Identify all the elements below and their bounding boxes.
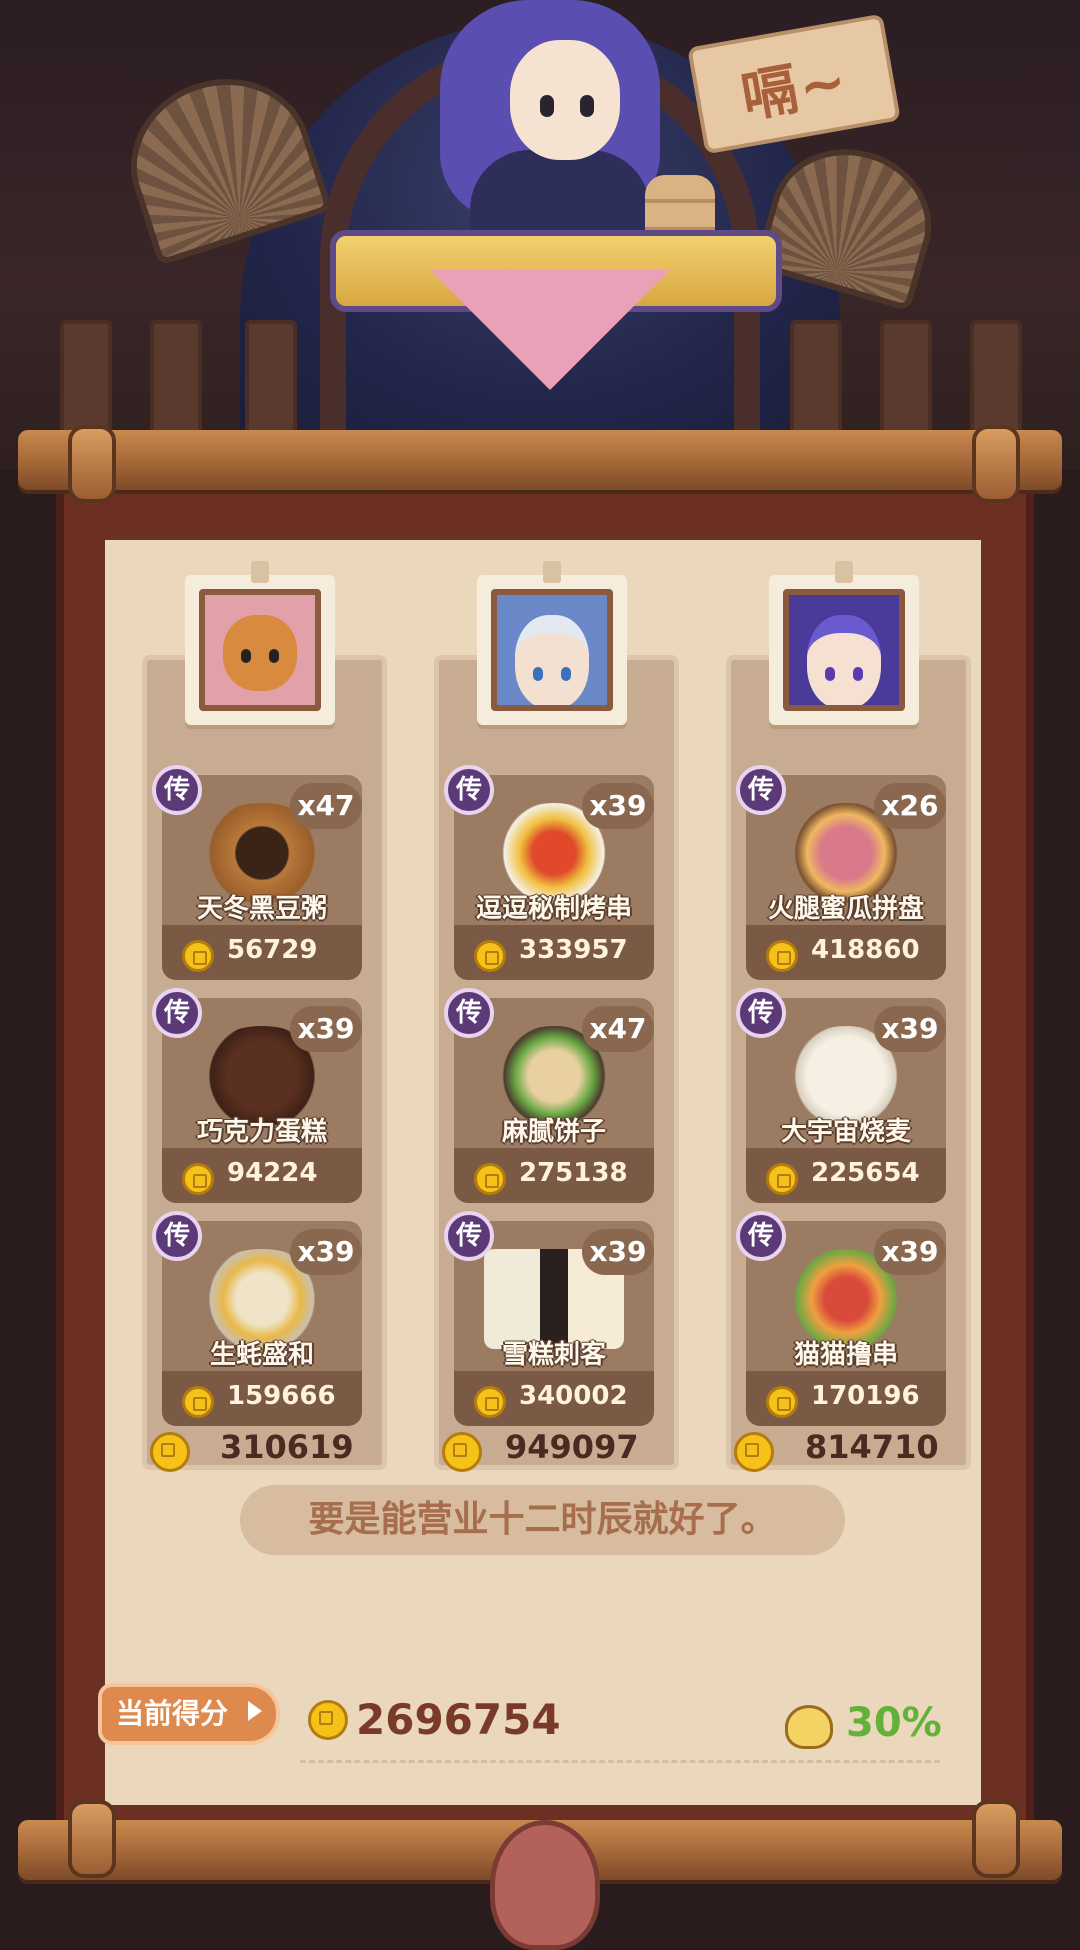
column-total: 814710 — [805, 1428, 939, 1466]
dish-quantity: x39 — [582, 1229, 654, 1275]
shopkeeper-quote: 要是能营业十二时辰就好了。 — [240, 1485, 845, 1555]
shopkeeper-face — [510, 40, 620, 160]
dish-card[interactable]: 传 x47 天冬黑豆粥 56729 — [152, 765, 362, 980]
dish-card[interactable]: 传 x39 生蚝盛和 159666 — [152, 1211, 362, 1426]
coin-icon — [150, 1432, 190, 1472]
legend-badge: 传 — [444, 988, 494, 1038]
dish-quantity: x26 — [874, 783, 946, 829]
dish-quantity: x47 — [582, 1006, 654, 1052]
speech-sign: 嗝~ — [687, 13, 901, 155]
tassel-knot-icon — [490, 1820, 600, 1950]
customer-portrait-1[interactable] — [185, 561, 335, 725]
dish-name: 大宇宙烧麦 — [780, 1117, 911, 1147]
column-total: 310619 — [220, 1428, 354, 1466]
dish-quantity: x39 — [582, 783, 654, 829]
coin-icon — [182, 940, 214, 972]
dish-quantity: x39 — [874, 1006, 946, 1052]
fence-post — [970, 320, 1022, 440]
dish-name: 火腿蜜瓜拼盘 — [767, 894, 924, 924]
current-score-label: 当前得分 — [116, 1697, 229, 1730]
arrow-right-icon — [248, 1701, 262, 1721]
customer-portrait-3[interactable] — [769, 561, 919, 725]
legend-badge: 传 — [444, 1211, 494, 1261]
legend-badge: 传 — [152, 1211, 202, 1261]
dish-price: 333957 — [519, 935, 628, 965]
dish-price: 418860 — [811, 935, 920, 965]
coin-icon — [308, 1700, 348, 1740]
legend-badge: 传 — [736, 988, 786, 1038]
coin-icon — [182, 1163, 214, 1195]
rod-cap — [68, 1800, 116, 1878]
coin-icon — [766, 940, 798, 972]
scroll-rod-top — [18, 430, 1062, 490]
dish-price: 340002 — [519, 1381, 628, 1411]
pin-icon — [835, 561, 853, 583]
coin-icon — [182, 1386, 214, 1418]
current-score-value: 2696754 — [356, 1695, 561, 1744]
dish-quantity: x39 — [874, 1229, 946, 1275]
fence-post — [880, 320, 932, 440]
dish-name: 麻腻饼子 — [501, 1117, 606, 1147]
dish-price: 159666 — [227, 1381, 336, 1411]
rod-cap — [972, 1800, 1020, 1878]
coin-icon — [766, 1163, 798, 1195]
fence-post — [790, 320, 842, 440]
purple-hair-face-icon — [807, 615, 881, 705]
coin-icon — [442, 1432, 482, 1472]
pin-icon — [543, 561, 561, 583]
dish-card[interactable]: 传 x39 雪糕刺客 340002 — [444, 1211, 654, 1426]
dish-card[interactable]: 传 x47 麻腻饼子 275138 — [444, 988, 654, 1203]
fence-post — [150, 320, 202, 440]
bear-face-icon — [223, 615, 297, 691]
legend-badge: 传 — [444, 765, 494, 815]
coin-icon — [734, 1432, 774, 1472]
fence-post — [60, 320, 112, 440]
legend-badge: 传 — [736, 1211, 786, 1261]
dish-card[interactable]: 传 x39 猫猫撸串 170196 — [736, 1211, 946, 1426]
dish-card[interactable]: 传 x39 巧克力蛋糕 94224 — [152, 988, 362, 1203]
current-score-tag: 当前得分 — [98, 1683, 280, 1745]
coin-icon — [474, 1386, 506, 1418]
silver-hair-face-icon — [515, 615, 589, 705]
dish-quantity: x39 — [290, 1229, 362, 1275]
speech-sign-text: 嗝~ — [736, 47, 854, 131]
legend-badge: 传 — [152, 765, 202, 815]
bonus-percent: 30% — [846, 1700, 942, 1746]
dish-card[interactable]: 传 x26 火腿蜜瓜拼盘 418860 — [736, 765, 946, 980]
dish-quantity: x39 — [290, 1006, 362, 1052]
dish-price: 225654 — [811, 1158, 920, 1188]
dish-price: 275138 — [519, 1158, 628, 1188]
rod-cap — [972, 425, 1020, 503]
dish-name: 天冬黑豆粥 — [196, 894, 327, 924]
dish-name: 雪糕刺客 — [501, 1340, 606, 1370]
legend-badge: 传 — [736, 765, 786, 815]
column-total: 949097 — [505, 1428, 639, 1466]
coin-icon — [474, 940, 506, 972]
dish-price: 170196 — [811, 1381, 920, 1411]
dish-name: 逗逗秘制烤串 — [475, 894, 632, 924]
dish-name: 生蚝盛和 — [209, 1340, 314, 1370]
dish-card[interactable]: 传 x39 逗逗秘制烤串 333957 — [444, 765, 654, 980]
coin-icon — [766, 1386, 798, 1418]
shop-scene: 嗝~ — [0, 0, 1080, 470]
dish-price: 56729 — [227, 935, 318, 965]
dish-quantity: x47 — [290, 783, 362, 829]
customer-portrait-2[interactable] — [477, 561, 627, 725]
dish-name: 巧克力蛋糕 — [196, 1117, 327, 1147]
dish-price: 94224 — [227, 1158, 318, 1188]
divider — [300, 1760, 940, 1763]
dish-name: 猫猫撸串 — [793, 1340, 898, 1370]
legend-badge: 传 — [152, 988, 202, 1038]
pin-icon — [251, 561, 269, 583]
bonus-pot-icon — [785, 1705, 833, 1749]
fence-post — [245, 320, 297, 440]
coin-icon — [474, 1163, 506, 1195]
rod-cap — [68, 425, 116, 503]
dish-card[interactable]: 传 x39 大宇宙烧麦 225654 — [736, 988, 946, 1203]
